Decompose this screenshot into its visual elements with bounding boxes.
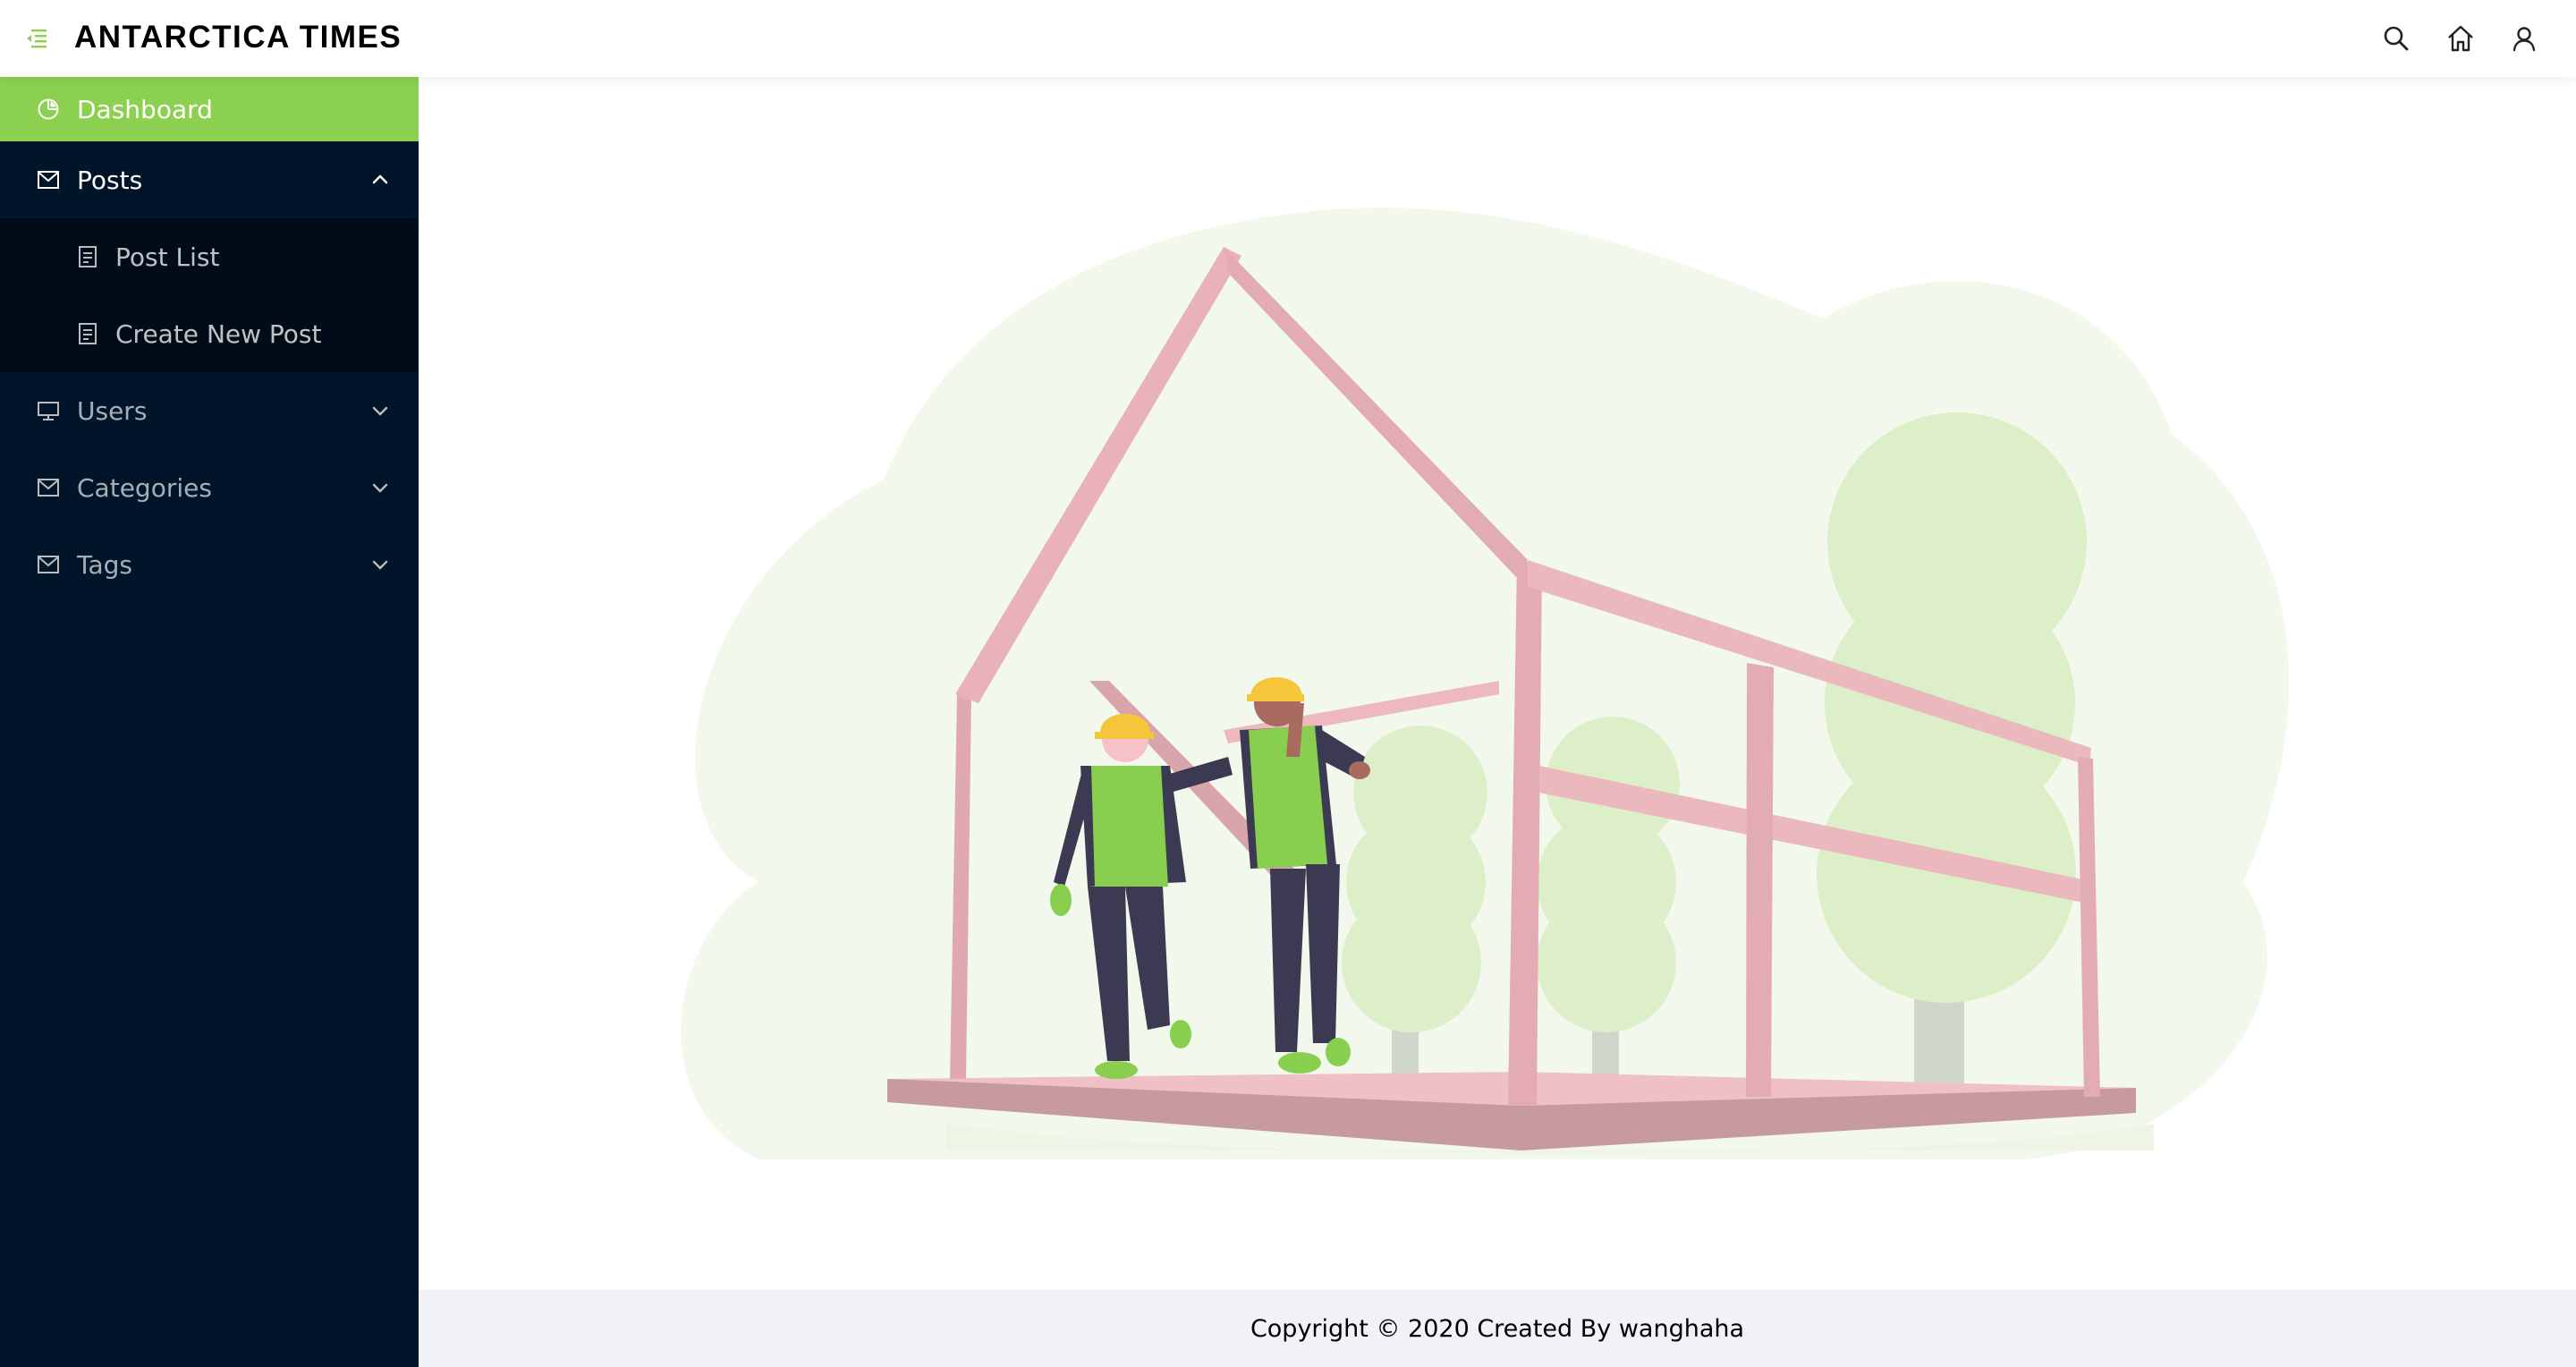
top-header: ANTARCTICA TIMES — [0, 0, 2576, 77]
chevron-down-icon — [370, 478, 390, 497]
desktop-icon — [37, 399, 60, 422]
app-root: ANTARCTICA TIMES Dashboard Posts Post Li… — [0, 0, 2576, 1367]
chevron-down-icon — [370, 555, 390, 574]
sidebar-subitem-create-new-post[interactable]: Create New Post — [0, 295, 419, 372]
menu-fold-icon[interactable] — [25, 27, 48, 50]
sidebar-subitem-label: Post List — [115, 242, 220, 272]
sidebar-subitem-label: Create New Post — [115, 318, 322, 349]
sidebar: Dashboard Posts Post List Create New Pos… — [0, 77, 419, 1367]
main-content — [419, 77, 2576, 1290]
sidebar-item-tags[interactable]: Tags — [0, 526, 419, 603]
file-icon — [77, 322, 98, 345]
chevron-down-icon — [370, 401, 390, 420]
user-icon[interactable] — [2510, 24, 2538, 53]
sidebar-item-dashboard[interactable]: Dashboard — [0, 77, 419, 141]
mail-icon — [37, 553, 60, 576]
mail-icon — [37, 168, 60, 191]
chevron-up-icon — [370, 170, 390, 190]
sidebar-item-label: Dashboard — [77, 94, 213, 124]
mail-icon — [37, 476, 60, 499]
sidebar-item-label: Tags — [77, 549, 132, 580]
footer: Copyright © 2020 Created By wanghaha — [419, 1290, 2576, 1367]
sidebar-item-label: Users — [77, 395, 148, 426]
home-icon[interactable] — [2446, 24, 2475, 53]
pie-chart-icon — [37, 98, 60, 121]
sidebar-item-label: Posts — [77, 165, 143, 195]
brand-title: ANTARCTICA TIMES — [74, 20, 402, 55]
sidebar-item-categories[interactable]: Categories — [0, 449, 419, 526]
file-icon — [77, 245, 98, 268]
footer-copyright: Copyright © 2020 Created By wanghaha — [1250, 1314, 1745, 1343]
search-icon[interactable] — [2382, 24, 2411, 53]
sidebar-item-posts[interactable]: Posts — [0, 141, 419, 218]
sidebar-subitem-post-list[interactable]: Post List — [0, 218, 419, 295]
sidebar-item-label: Categories — [77, 472, 212, 503]
sidebar-item-users[interactable]: Users — [0, 372, 419, 449]
house-construction-illustration — [681, 208, 2290, 1160]
posts-submenu: Post List Create New Post — [0, 218, 419, 372]
